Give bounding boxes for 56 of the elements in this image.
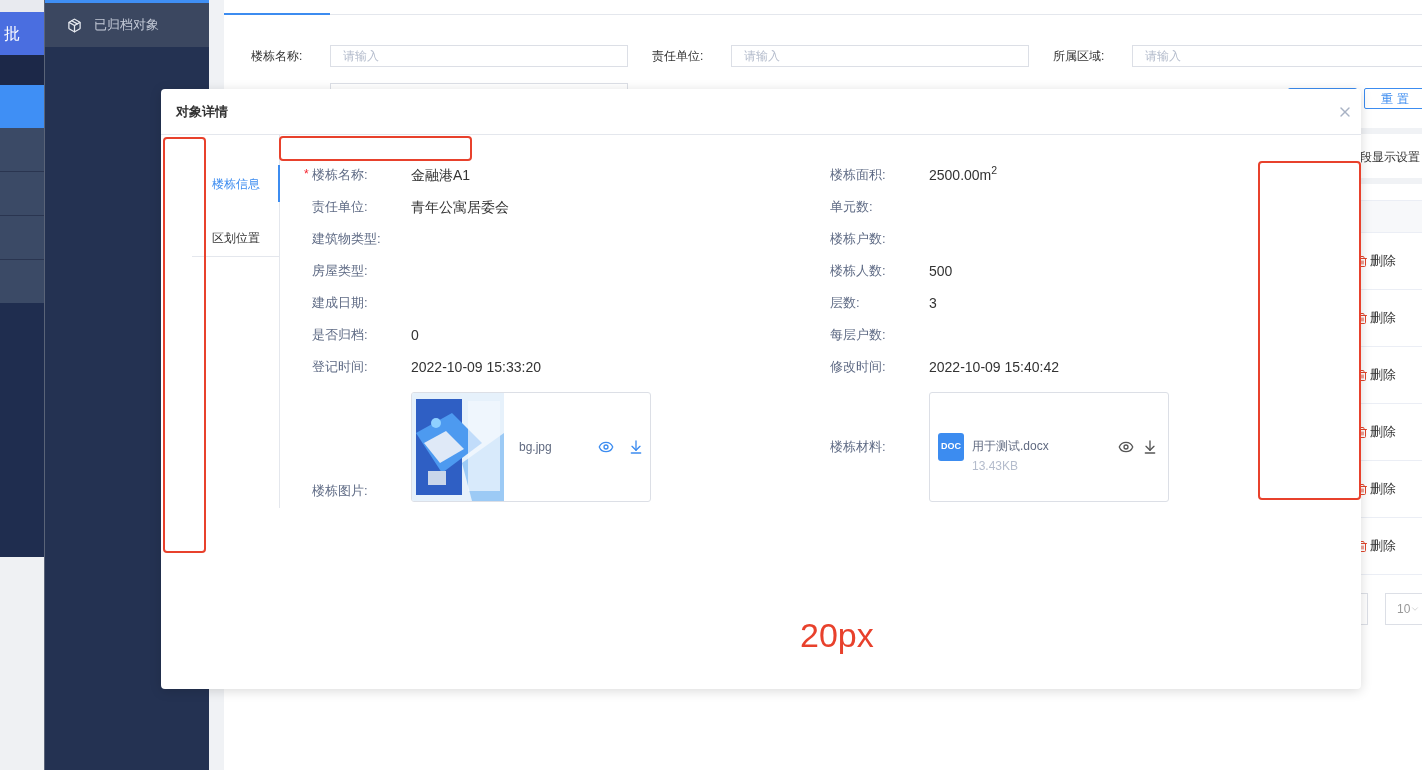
download-icon[interactable] xyxy=(628,439,644,455)
field-value: 0 xyxy=(411,325,419,345)
field-label: 责任单位: xyxy=(312,198,368,217)
field-value: 金融港A1 xyxy=(411,165,471,185)
dialog-title: 对象详情 xyxy=(176,102,228,121)
filter-field[interactable]: 请输入 xyxy=(731,45,1029,67)
delete-link[interactable]: 删除 xyxy=(1370,251,1396,271)
field-label: 单元数: xyxy=(830,198,873,217)
delete-link[interactable]: 删除 xyxy=(1370,536,1396,556)
field-label: 层数: xyxy=(830,294,860,313)
cube-icon xyxy=(67,17,82,33)
reset-button[interactable]: 重 置 xyxy=(1364,88,1422,109)
required-mark: * xyxy=(304,167,309,182)
field-label: 修改时间: xyxy=(830,358,886,377)
field-label: 楼栋户数: xyxy=(830,230,886,249)
field-value: 2022-10-09 15:40:42 xyxy=(929,357,1059,377)
field-label: 建筑物类型: xyxy=(312,230,381,249)
preview-icon[interactable] xyxy=(1118,439,1134,455)
nav-button[interactable]: 批 xyxy=(0,12,44,55)
field-label: 每层户数: xyxy=(830,326,886,345)
top-strip xyxy=(0,0,44,12)
field-value: 2022-10-09 15:33:20 xyxy=(411,357,541,377)
field-label: 是否归档: xyxy=(312,326,368,345)
field-label: 楼栋面积: xyxy=(830,166,886,185)
side-tab[interactable]: 区划位置 xyxy=(192,220,280,257)
filter-field[interactable]: 请输入 xyxy=(1132,45,1422,67)
delete-link[interactable]: 删除 xyxy=(1370,365,1396,385)
sidebar-item[interactable]: 已归档对象 xyxy=(45,0,209,47)
delete-link[interactable]: 删除 xyxy=(1370,422,1396,442)
filter-label: 楼栋名称: xyxy=(251,48,304,65)
delete-link[interactable]: 删除 xyxy=(1370,308,1396,328)
column-settings-link[interactable]: 段显示设置 xyxy=(1360,148,1422,166)
download-icon[interactable] xyxy=(1142,439,1158,455)
field-value: 500 xyxy=(929,261,953,281)
field-label: 楼栋材料: xyxy=(830,438,886,457)
filter-label: 所属区域: xyxy=(1053,48,1106,65)
chevron-down-icon xyxy=(1410,604,1421,614)
field-label: 楼栋图片: xyxy=(312,481,368,500)
filter-label: 责任单位: xyxy=(652,48,705,65)
file-size: 13.43KB xyxy=(972,458,1020,475)
field-label: 楼栋名称: xyxy=(312,166,368,185)
preview-icon[interactable] xyxy=(598,439,614,455)
field-label: 房屋类型: xyxy=(312,262,368,281)
file-name: bg.jpg xyxy=(519,439,553,456)
field-value: 3 xyxy=(929,293,937,313)
field-value: 青年公寓居委会 xyxy=(411,197,509,217)
delete-link[interactable]: 删除 xyxy=(1370,479,1396,499)
document-icon: DOC xyxy=(938,433,964,461)
filter-field[interactable]: 请输入 xyxy=(330,45,628,67)
annotation-note: 20px xyxy=(800,615,874,656)
field-value: 2500.00m$^{2}$ xyxy=(929,164,998,185)
side-tab[interactable]: 楼栋信息 xyxy=(192,165,280,202)
field-label: 楼栋人数: xyxy=(830,262,886,281)
file-name: 用于测试.docx xyxy=(972,438,1050,455)
field-label: 建成日期: xyxy=(312,294,368,313)
field-label: 登记时间: xyxy=(312,358,368,377)
